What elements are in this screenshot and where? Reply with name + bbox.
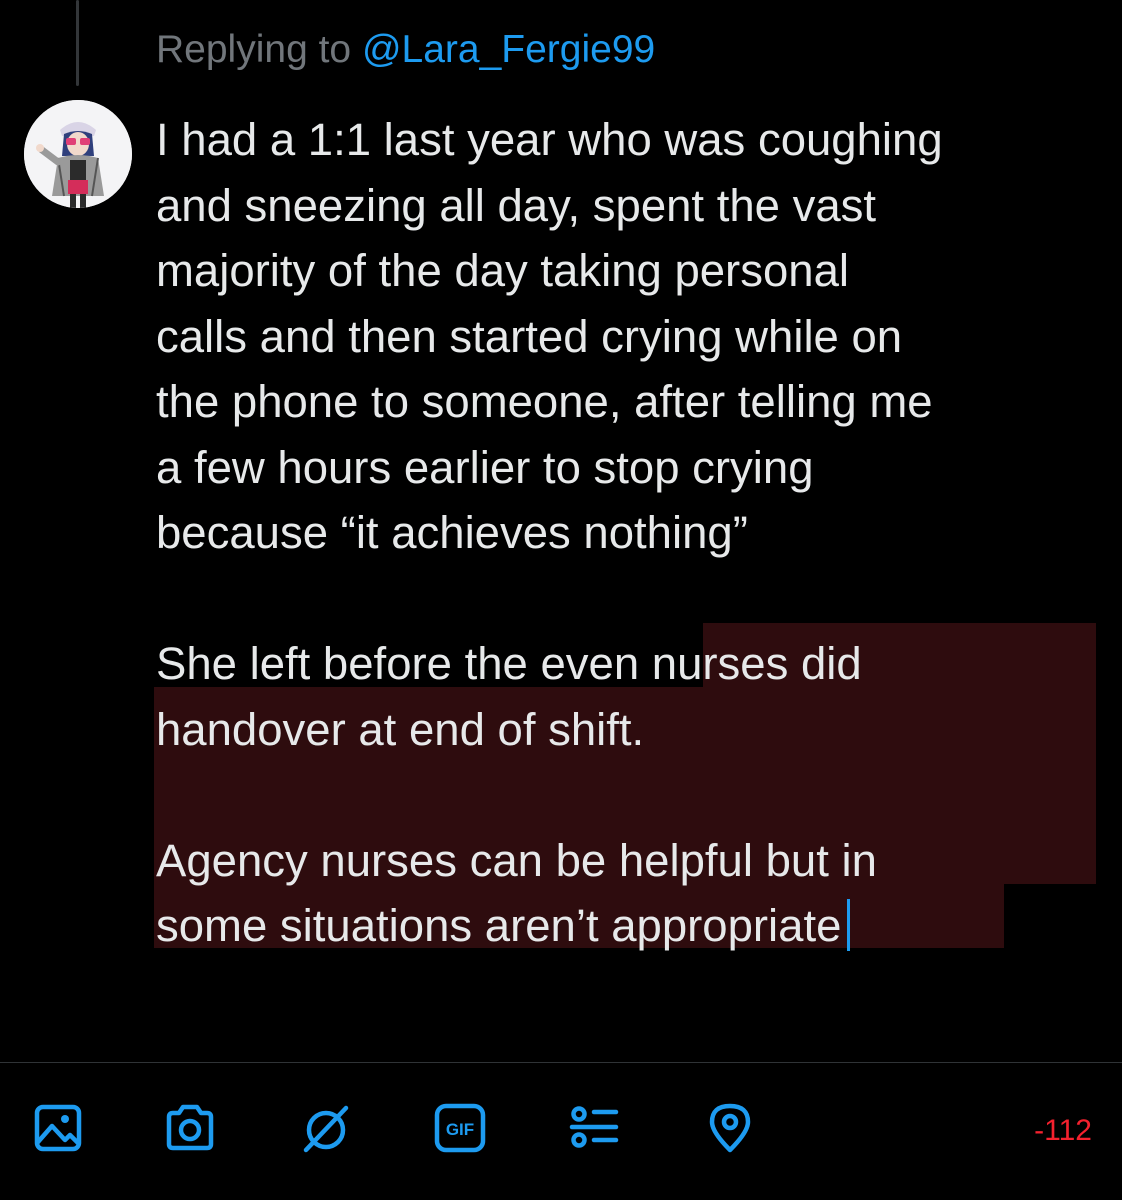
- tweet-text-line: calls and then started crying while on: [156, 310, 903, 362]
- tweet-text-line: Agency nurses can be helpful but in: [156, 834, 877, 886]
- reply-handle-link[interactable]: @Lara_Fergie99: [362, 28, 655, 71]
- alt-stroke-icon[interactable]: [300, 1102, 352, 1154]
- gif-icon[interactable]: GIF: [434, 1102, 486, 1154]
- avatar-figure-icon: [24, 100, 132, 208]
- user-avatar-icon[interactable]: [24, 100, 132, 208]
- tweet-text-line: She left before the even nurses did: [156, 638, 862, 689]
- tweet-text-line: because “it achieves nothing”: [156, 507, 748, 558]
- camera-icon[interactable]: [164, 1102, 216, 1154]
- tweet-text-line: the phone to someone, after telling me: [156, 376, 933, 427]
- toolbar-divider: [0, 1062, 1122, 1063]
- tweet-text-line: a few hours earlier to stop crying: [156, 441, 814, 493]
- text-caret: [847, 899, 851, 951]
- tweet-text-line: I had a 1:1 last year who was coughing: [156, 114, 943, 165]
- gif-label: GIF: [446, 1120, 474, 1139]
- media-icon[interactable]: [32, 1102, 84, 1154]
- tweet-text-line: handover at end of shift.: [156, 703, 645, 755]
- tweet-compose-textarea[interactable]: I had a 1:1 last year who was coughing a…: [156, 107, 1106, 959]
- tweet-text-line-last: some situations aren’t appropriate: [156, 893, 1106, 959]
- tweet-text-last: some situations aren’t appropriate: [156, 900, 842, 951]
- replying-to: Replying to @Lara_Fergie99: [156, 28, 655, 72]
- replying-to-label: Replying to: [156, 28, 362, 71]
- location-icon[interactable]: [704, 1102, 756, 1154]
- poll-icon[interactable]: [568, 1102, 620, 1154]
- thread-connector-line: [76, 0, 79, 86]
- character-count: -112: [1034, 1114, 1092, 1147]
- tweet-text-line: and sneezing all day, spent the vast: [156, 179, 877, 231]
- tweet-text-line: majority of the day taking personal: [156, 245, 849, 296]
